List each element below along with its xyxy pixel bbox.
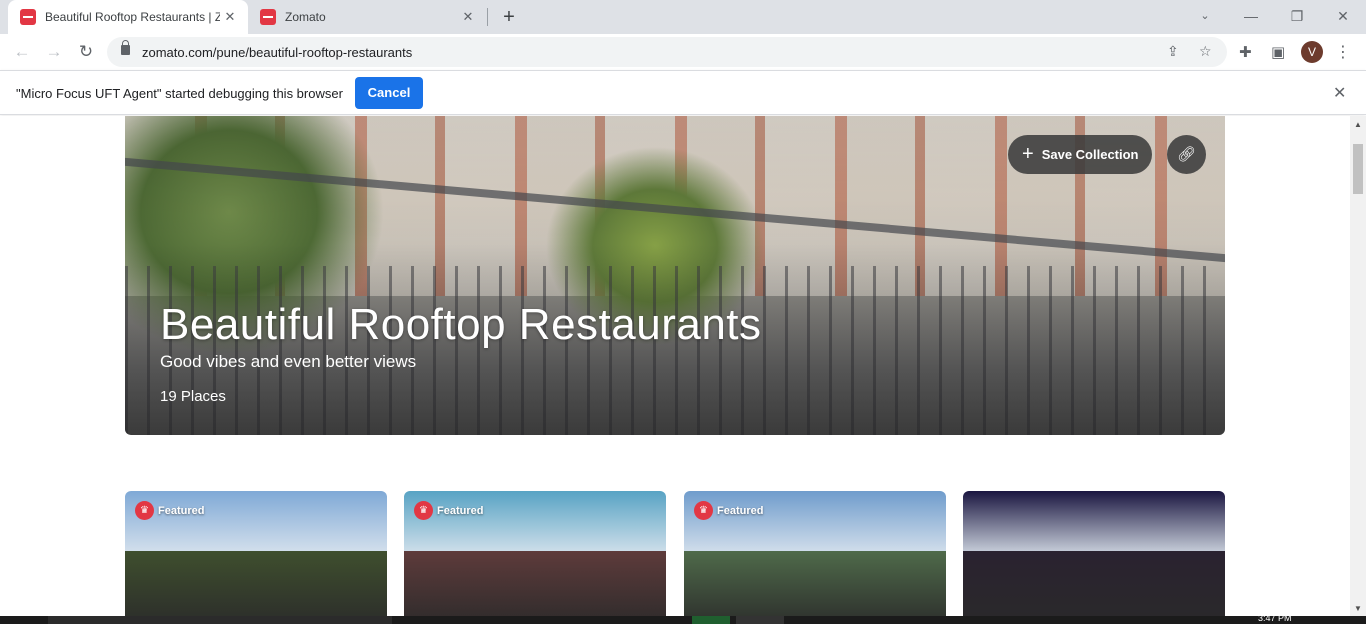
save-collection-label: Save Collection xyxy=(1041,147,1139,162)
card-image-ground xyxy=(963,551,1225,616)
featured-badge: ♛ Featured xyxy=(414,501,483,520)
scroll-up-arrow-icon[interactable]: ▲ xyxy=(1354,120,1362,129)
infobar-message: "Micro Focus UFT Agent" started debuggin… xyxy=(16,86,343,101)
tab-strip: Beautiful Rooftop Restaurants | Z ✕ Zoma… xyxy=(0,0,1366,34)
collection-place-count: 19 Places xyxy=(160,388,226,405)
restaurant-card[interactable]: ♛ Featured xyxy=(684,491,946,616)
taskbar-clock[interactable]: 3:47 PM xyxy=(1258,613,1292,624)
close-icon[interactable]: ✕ xyxy=(1333,83,1346,103)
featured-badge-label: Featured xyxy=(158,504,205,517)
restaurant-card[interactable]: ♛ Featured xyxy=(404,491,666,616)
card-image-ground xyxy=(125,551,387,616)
zomato-favicon-icon xyxy=(260,9,276,25)
tab-zomato[interactable]: Zomato ✕ xyxy=(248,0,486,34)
back-arrow-icon[interactable]: ← xyxy=(10,40,34,64)
restore-icon[interactable]: ❐ xyxy=(1277,4,1317,28)
taskbar-search-box[interactable] xyxy=(48,616,392,624)
menu-kebab-icon[interactable]: ⋮ xyxy=(1335,42,1351,62)
collection-subtitle: Good vibes and even better views xyxy=(160,352,417,371)
card-image-ground xyxy=(404,551,666,616)
featured-badge-label: Featured xyxy=(717,504,764,517)
profile-avatar[interactable]: V xyxy=(1301,41,1323,63)
restaurant-card[interactable]: ♛ Featured xyxy=(125,491,387,616)
featured-badge-label: Featured xyxy=(437,504,484,517)
window-close-icon[interactable]: ✕ xyxy=(1323,4,1363,28)
close-icon[interactable]: ✕ xyxy=(220,9,240,25)
tab-rooftop-restaurants[interactable]: Beautiful Rooftop Restaurants | Z ✕ xyxy=(8,0,248,34)
minimize-icon[interactable]: — xyxy=(1231,4,1271,28)
url-text[interactable]: zomato.com/pune/beautiful-rooftop-restau… xyxy=(142,45,412,60)
taskbar-app-icon[interactable] xyxy=(692,616,730,624)
page-scrollbar[interactable]: ▲ ▼ xyxy=(1350,116,1366,616)
crown-icon: ♛ xyxy=(414,501,433,520)
new-tab-icon[interactable]: + xyxy=(497,5,521,29)
cancel-button[interactable]: Cancel xyxy=(355,77,423,109)
address-bar[interactable]: zomato.com/pune/beautiful-rooftop-restau… xyxy=(107,37,1227,67)
restaurant-card[interactable] xyxy=(963,491,1225,616)
tab-separator xyxy=(487,8,488,26)
page-viewport: + Save Collection 🔗︎ Beautiful Rooftop R… xyxy=(0,116,1350,616)
tab-title: Zomato xyxy=(285,10,326,24)
crown-icon: ♛ xyxy=(135,501,154,520)
lock-icon[interactable] xyxy=(121,40,130,55)
reload-icon[interactable]: ↻ xyxy=(74,40,98,64)
card-image-ground xyxy=(684,551,946,616)
tab-search-chevron-icon[interactable]: ⌄ xyxy=(1185,4,1225,28)
tab-title: Beautiful Rooftop Restaurants | Z xyxy=(45,10,220,24)
debugging-infobar: "Micro Focus UFT Agent" started debuggin… xyxy=(0,70,1366,115)
featured-badge: ♛ Featured xyxy=(135,501,204,520)
plus-icon: + xyxy=(1022,143,1034,165)
side-panel-icon[interactable]: ▣ xyxy=(1271,43,1285,61)
scroll-down-arrow-icon[interactable]: ▼ xyxy=(1354,604,1362,613)
collection-title: Beautiful Rooftop Restaurants xyxy=(160,300,762,349)
zomato-favicon-icon xyxy=(20,9,36,25)
collection-hero-banner: + Save Collection 🔗︎ Beautiful Rooftop R… xyxy=(125,116,1225,435)
close-icon[interactable]: ✕ xyxy=(458,9,478,25)
extensions-puzzle-icon[interactable]: ✚ xyxy=(1239,43,1252,61)
forward-arrow-icon[interactable]: → xyxy=(42,40,66,64)
taskbar-app-icon[interactable] xyxy=(736,616,784,624)
browser-toolbar: ← → ↻ zomato.com/pune/beautiful-rooftop-… xyxy=(0,34,1366,70)
save-collection-button[interactable]: + Save Collection xyxy=(1008,135,1152,174)
featured-badge: ♛ Featured xyxy=(694,501,763,520)
bookmark-star-icon[interactable]: ☆ xyxy=(1199,43,1212,60)
scrollbar-thumb[interactable] xyxy=(1353,144,1363,194)
crown-icon: ♛ xyxy=(694,501,713,520)
share-icon[interactable]: ⇪ xyxy=(1167,43,1179,60)
copy-link-icon[interactable]: 🔗︎ xyxy=(1167,135,1206,174)
